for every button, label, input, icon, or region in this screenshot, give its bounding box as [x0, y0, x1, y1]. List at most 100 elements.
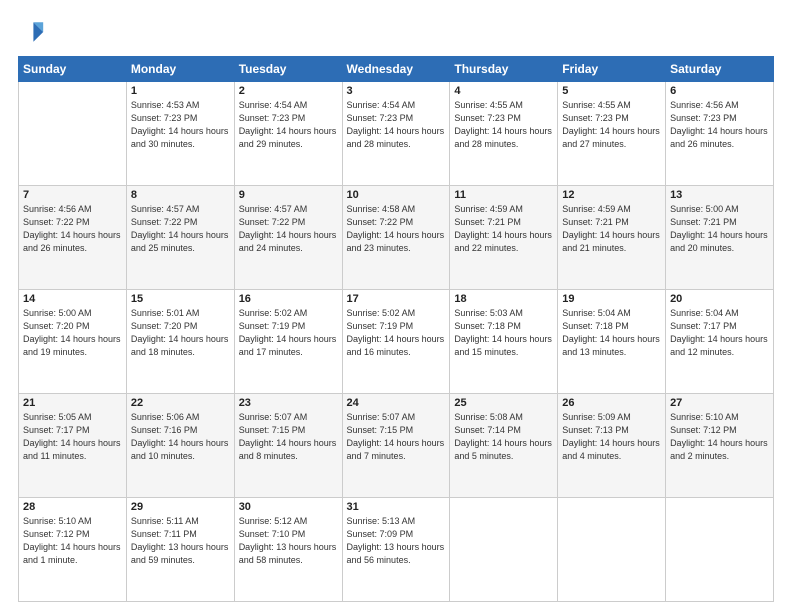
day-cell — [558, 498, 666, 602]
day-number: 29 — [131, 501, 230, 513]
weekday-friday: Friday — [558, 57, 666, 82]
weekday-monday: Monday — [126, 57, 234, 82]
day-info: Sunrise: 5:12 AMSunset: 7:10 PMDaylight:… — [239, 515, 338, 567]
day-number: 17 — [347, 293, 446, 305]
day-info: Sunrise: 4:55 AMSunset: 7:23 PMDaylight:… — [562, 99, 661, 151]
day-cell: 4 Sunrise: 4:55 AMSunset: 7:23 PMDayligh… — [450, 82, 558, 186]
day-number: 6 — [670, 85, 769, 97]
day-cell: 7 Sunrise: 4:56 AMSunset: 7:22 PMDayligh… — [19, 186, 127, 290]
week-row-1: 1 Sunrise: 4:53 AMSunset: 7:23 PMDayligh… — [19, 82, 774, 186]
day-info: Sunrise: 4:56 AMSunset: 7:22 PMDaylight:… — [23, 203, 122, 255]
logo — [18, 18, 50, 46]
weekday-saturday: Saturday — [666, 57, 774, 82]
day-cell: 14 Sunrise: 5:00 AMSunset: 7:20 PMDaylig… — [19, 290, 127, 394]
day-info: Sunrise: 5:13 AMSunset: 7:09 PMDaylight:… — [347, 515, 446, 567]
day-cell: 30 Sunrise: 5:12 AMSunset: 7:10 PMDaylig… — [234, 498, 342, 602]
day-cell — [666, 498, 774, 602]
day-cell: 10 Sunrise: 4:58 AMSunset: 7:22 PMDaylig… — [342, 186, 450, 290]
day-info: Sunrise: 4:59 AMSunset: 7:21 PMDaylight:… — [562, 203, 661, 255]
week-row-5: 28 Sunrise: 5:10 AMSunset: 7:12 PMDaylig… — [19, 498, 774, 602]
day-info: Sunrise: 4:59 AMSunset: 7:21 PMDaylight:… — [454, 203, 553, 255]
day-cell: 24 Sunrise: 5:07 AMSunset: 7:15 PMDaylig… — [342, 394, 450, 498]
day-cell: 13 Sunrise: 5:00 AMSunset: 7:21 PMDaylig… — [666, 186, 774, 290]
day-info: Sunrise: 5:10 AMSunset: 7:12 PMDaylight:… — [670, 411, 769, 463]
day-info: Sunrise: 5:00 AMSunset: 7:20 PMDaylight:… — [23, 307, 122, 359]
logo-icon — [18, 18, 46, 46]
day-cell: 22 Sunrise: 5:06 AMSunset: 7:16 PMDaylig… — [126, 394, 234, 498]
day-number: 1 — [131, 85, 230, 97]
day-info: Sunrise: 5:02 AMSunset: 7:19 PMDaylight:… — [239, 307, 338, 359]
day-cell: 5 Sunrise: 4:55 AMSunset: 7:23 PMDayligh… — [558, 82, 666, 186]
day-info: Sunrise: 5:05 AMSunset: 7:17 PMDaylight:… — [23, 411, 122, 463]
day-number: 24 — [347, 397, 446, 409]
day-info: Sunrise: 5:06 AMSunset: 7:16 PMDaylight:… — [131, 411, 230, 463]
day-number: 19 — [562, 293, 661, 305]
day-info: Sunrise: 5:03 AMSunset: 7:18 PMDaylight:… — [454, 307, 553, 359]
weekday-header-row: SundayMondayTuesdayWednesdayThursdayFrid… — [19, 57, 774, 82]
day-number: 3 — [347, 85, 446, 97]
day-cell: 11 Sunrise: 4:59 AMSunset: 7:21 PMDaylig… — [450, 186, 558, 290]
day-info: Sunrise: 5:11 AMSunset: 7:11 PMDaylight:… — [131, 515, 230, 567]
page: SundayMondayTuesdayWednesdayThursdayFrid… — [0, 0, 792, 612]
day-number: 14 — [23, 293, 122, 305]
day-cell: 19 Sunrise: 5:04 AMSunset: 7:18 PMDaylig… — [558, 290, 666, 394]
day-info: Sunrise: 4:55 AMSunset: 7:23 PMDaylight:… — [454, 99, 553, 151]
weekday-wednesday: Wednesday — [342, 57, 450, 82]
day-cell: 27 Sunrise: 5:10 AMSunset: 7:12 PMDaylig… — [666, 394, 774, 498]
day-info: Sunrise: 5:07 AMSunset: 7:15 PMDaylight:… — [347, 411, 446, 463]
day-cell: 15 Sunrise: 5:01 AMSunset: 7:20 PMDaylig… — [126, 290, 234, 394]
day-info: Sunrise: 5:10 AMSunset: 7:12 PMDaylight:… — [23, 515, 122, 567]
day-number: 2 — [239, 85, 338, 97]
day-cell — [450, 498, 558, 602]
day-info: Sunrise: 5:08 AMSunset: 7:14 PMDaylight:… — [454, 411, 553, 463]
day-number: 9 — [239, 189, 338, 201]
day-number: 25 — [454, 397, 553, 409]
day-number: 20 — [670, 293, 769, 305]
day-number: 22 — [131, 397, 230, 409]
day-cell: 28 Sunrise: 5:10 AMSunset: 7:12 PMDaylig… — [19, 498, 127, 602]
day-number: 15 — [131, 293, 230, 305]
day-number: 10 — [347, 189, 446, 201]
day-number: 21 — [23, 397, 122, 409]
day-info: Sunrise: 5:04 AMSunset: 7:17 PMDaylight:… — [670, 307, 769, 359]
day-cell: 31 Sunrise: 5:13 AMSunset: 7:09 PMDaylig… — [342, 498, 450, 602]
day-number: 12 — [562, 189, 661, 201]
day-cell: 29 Sunrise: 5:11 AMSunset: 7:11 PMDaylig… — [126, 498, 234, 602]
day-number: 30 — [239, 501, 338, 513]
day-cell: 18 Sunrise: 5:03 AMSunset: 7:18 PMDaylig… — [450, 290, 558, 394]
day-info: Sunrise: 5:01 AMSunset: 7:20 PMDaylight:… — [131, 307, 230, 359]
day-info: Sunrise: 4:57 AMSunset: 7:22 PMDaylight:… — [239, 203, 338, 255]
day-number: 7 — [23, 189, 122, 201]
day-cell: 16 Sunrise: 5:02 AMSunset: 7:19 PMDaylig… — [234, 290, 342, 394]
day-cell: 2 Sunrise: 4:54 AMSunset: 7:23 PMDayligh… — [234, 82, 342, 186]
day-cell: 1 Sunrise: 4:53 AMSunset: 7:23 PMDayligh… — [126, 82, 234, 186]
day-cell: 12 Sunrise: 4:59 AMSunset: 7:21 PMDaylig… — [558, 186, 666, 290]
day-info: Sunrise: 5:04 AMSunset: 7:18 PMDaylight:… — [562, 307, 661, 359]
calendar-table: SundayMondayTuesdayWednesdayThursdayFrid… — [18, 56, 774, 602]
week-row-4: 21 Sunrise: 5:05 AMSunset: 7:17 PMDaylig… — [19, 394, 774, 498]
day-info: Sunrise: 5:02 AMSunset: 7:19 PMDaylight:… — [347, 307, 446, 359]
day-number: 23 — [239, 397, 338, 409]
day-number: 28 — [23, 501, 122, 513]
day-info: Sunrise: 5:00 AMSunset: 7:21 PMDaylight:… — [670, 203, 769, 255]
day-cell: 21 Sunrise: 5:05 AMSunset: 7:17 PMDaylig… — [19, 394, 127, 498]
day-info: Sunrise: 4:57 AMSunset: 7:22 PMDaylight:… — [131, 203, 230, 255]
day-number: 16 — [239, 293, 338, 305]
day-cell: 26 Sunrise: 5:09 AMSunset: 7:13 PMDaylig… — [558, 394, 666, 498]
week-row-2: 7 Sunrise: 4:56 AMSunset: 7:22 PMDayligh… — [19, 186, 774, 290]
day-info: Sunrise: 4:53 AMSunset: 7:23 PMDaylight:… — [131, 99, 230, 151]
day-info: Sunrise: 4:54 AMSunset: 7:23 PMDaylight:… — [239, 99, 338, 151]
day-cell: 25 Sunrise: 5:08 AMSunset: 7:14 PMDaylig… — [450, 394, 558, 498]
day-cell: 17 Sunrise: 5:02 AMSunset: 7:19 PMDaylig… — [342, 290, 450, 394]
day-cell: 8 Sunrise: 4:57 AMSunset: 7:22 PMDayligh… — [126, 186, 234, 290]
day-info: Sunrise: 5:07 AMSunset: 7:15 PMDaylight:… — [239, 411, 338, 463]
day-number: 18 — [454, 293, 553, 305]
weekday-sunday: Sunday — [19, 57, 127, 82]
day-number: 26 — [562, 397, 661, 409]
day-cell — [19, 82, 127, 186]
day-cell: 23 Sunrise: 5:07 AMSunset: 7:15 PMDaylig… — [234, 394, 342, 498]
day-info: Sunrise: 4:54 AMSunset: 7:23 PMDaylight:… — [347, 99, 446, 151]
day-number: 27 — [670, 397, 769, 409]
day-number: 4 — [454, 85, 553, 97]
weekday-tuesday: Tuesday — [234, 57, 342, 82]
